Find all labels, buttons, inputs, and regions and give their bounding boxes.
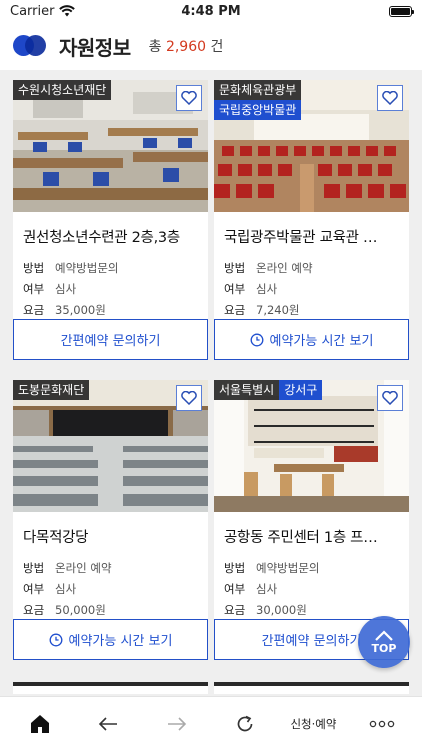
back-button[interactable] [78, 704, 138, 744]
info-value: 온라인 예약 [55, 561, 112, 575]
info-label: 요금 [23, 303, 45, 317]
card-title[interactable]: 권선청소년수련관 2층,3층 [23, 226, 198, 247]
info-label: 여부 [23, 582, 45, 596]
button-label: 간편예약 문의하기 [60, 334, 161, 349]
info-value: 35,000원 [55, 303, 106, 317]
favorite-button[interactable] [176, 385, 202, 411]
more-button[interactable] [352, 704, 412, 744]
card-image[interactable]: 서울특별시 강서구 [214, 380, 409, 512]
card-image[interactable]: 수원시청소년재단 [13, 80, 208, 212]
info-value: 심사 [55, 582, 77, 596]
apply-reserve-label: 신청·예약 [290, 716, 337, 731]
card-tags: 도봉문화재단 [13, 380, 90, 400]
info-label: 방법 [224, 261, 246, 275]
count-suffix: 건 [210, 39, 224, 55]
button-label: 예약가능 시간 보기 [68, 634, 173, 649]
card-tags: 수원시청소년재단 [13, 80, 112, 100]
info-label: 요금 [224, 603, 246, 617]
info-label: 요금 [23, 603, 45, 617]
favorite-button[interactable] [176, 85, 202, 111]
info-label: 여부 [224, 282, 246, 296]
forward-button[interactable] [147, 704, 207, 744]
clock-icon [49, 633, 62, 646]
resource-card[interactable]: 수원시청소년재단 권선청소년수련관 2층,3층 방법 예약방법문의 여부 심사 요금… [13, 80, 208, 320]
quick-reserve-inquiry-button[interactable]: 간편예약 문의하기 [13, 319, 208, 360]
org-tag: 도봉문화재단 [13, 380, 90, 400]
card-tags: 서울특별시 강서구 [214, 380, 323, 400]
count-prefix: 총 [148, 39, 162, 55]
scroll-top-button[interactable]: TOP [358, 616, 410, 668]
card-image[interactable]: 문화체육관광부 국립중앙박물관 [214, 80, 409, 212]
more-icon [369, 720, 395, 727]
card-title[interactable]: 국립광주박물관 교육관 … [224, 226, 399, 247]
page-title: 자원정보 [59, 35, 131, 60]
info-value: 온라인 예약 [256, 261, 313, 275]
chevron-up-icon [375, 629, 393, 641]
info-value: 예약방법문의 [55, 261, 119, 275]
info-label: 여부 [23, 282, 45, 296]
info-label: 요금 [224, 303, 246, 317]
info-value: 예약방법문의 [256, 561, 320, 575]
resource-card[interactable]: 문화체육관광부 국립중앙박물관 국립광주박물관 교육관 … 방법 온라인 예약 여… [214, 80, 409, 320]
bottom-nav: 신청·예약 [0, 696, 422, 750]
battery-icon [389, 5, 414, 17]
available-time-button[interactable]: 예약가능 시간 보기 [13, 619, 208, 660]
wifi-icon [59, 5, 76, 17]
info-value: 심사 [55, 282, 77, 296]
next-card-peek [214, 682, 409, 694]
next-card-peek [13, 682, 208, 694]
home-button[interactable] [10, 704, 70, 744]
refresh-icon [237, 715, 253, 731]
org-tag: 수원시청소년재단 [13, 80, 112, 100]
card-tags: 문화체육관광부 국립중앙박물관 [214, 80, 302, 120]
resource-card[interactable]: 서울특별시 강서구 공항동 주민센터 1층 프… 방법 예약방법문의 여부 심사 요… [214, 380, 409, 620]
card-image[interactable]: 도봉문화재단 [13, 380, 208, 512]
status-bar: Carrier 4:48 PM [0, 0, 422, 22]
sub-org-tag: 강서구 [279, 380, 323, 400]
org-tag: 서울특별시 [214, 380, 280, 400]
heart-icon [181, 391, 197, 405]
clock-icon [250, 333, 263, 346]
top-label: TOP [371, 641, 397, 655]
carrier-label: Carrier [10, 3, 55, 19]
info-value: 7,240원 [256, 303, 300, 317]
card-body: 권선청소년수련관 2층,3층 방법 예약방법문의 여부 심사 요금 35,000원 [13, 212, 208, 320]
page-header: 자원정보 총 2,960 건 [0, 22, 422, 70]
org-tag: 문화체육관광부 [214, 80, 302, 100]
info-value: 심사 [256, 582, 278, 596]
info-value: 30,000원 [256, 603, 307, 617]
card-title[interactable]: 다목적강당 [23, 526, 198, 547]
info-label: 방법 [23, 261, 45, 275]
card-body: 다목적강당 방법 온라인 예약 여부 심사 요금 50,000원 [13, 512, 208, 620]
heart-icon [382, 391, 398, 405]
logo-icon [13, 35, 47, 57]
info-label: 방법 [224, 561, 246, 575]
info-value: 50,000원 [55, 603, 106, 617]
arrow-left-icon [99, 716, 118, 731]
heart-icon [382, 91, 398, 105]
sub-org-tag: 국립중앙박물관 [214, 100, 302, 120]
refresh-button[interactable] [215, 704, 275, 744]
home-icon [31, 714, 50, 733]
heart-icon [181, 91, 197, 105]
button-label: 예약가능 시간 보기 [269, 334, 374, 349]
info-value: 심사 [256, 282, 278, 296]
status-left: Carrier [10, 3, 76, 19]
card-body: 공항동 주민센터 1층 프… 방법 예약방법문의 여부 심사 요금 30,000원 [214, 512, 409, 620]
button-label: 간편예약 문의하기 [261, 634, 362, 649]
apply-reserve-button[interactable]: 신청·예약 [283, 704, 343, 744]
count-value: 2,960 [165, 39, 207, 55]
favorite-button[interactable] [377, 385, 403, 411]
card-title[interactable]: 공항동 주민센터 1층 프… [224, 526, 399, 547]
info-label: 여부 [224, 582, 246, 596]
info-label: 방법 [23, 561, 45, 575]
arrow-right-icon [167, 716, 186, 731]
available-time-button[interactable]: 예약가능 시간 보기 [214, 319, 409, 360]
result-count: 총 2,960 건 [149, 36, 224, 56]
resource-card[interactable]: 도봉문화재단 다목적강당 방법 온라인 예약 여부 심사 요금 50,000원 [13, 380, 208, 620]
card-body: 국립광주박물관 교육관 … 방법 온라인 예약 여부 심사 요금 7,240원 [214, 212, 409, 320]
favorite-button[interactable] [377, 85, 403, 111]
